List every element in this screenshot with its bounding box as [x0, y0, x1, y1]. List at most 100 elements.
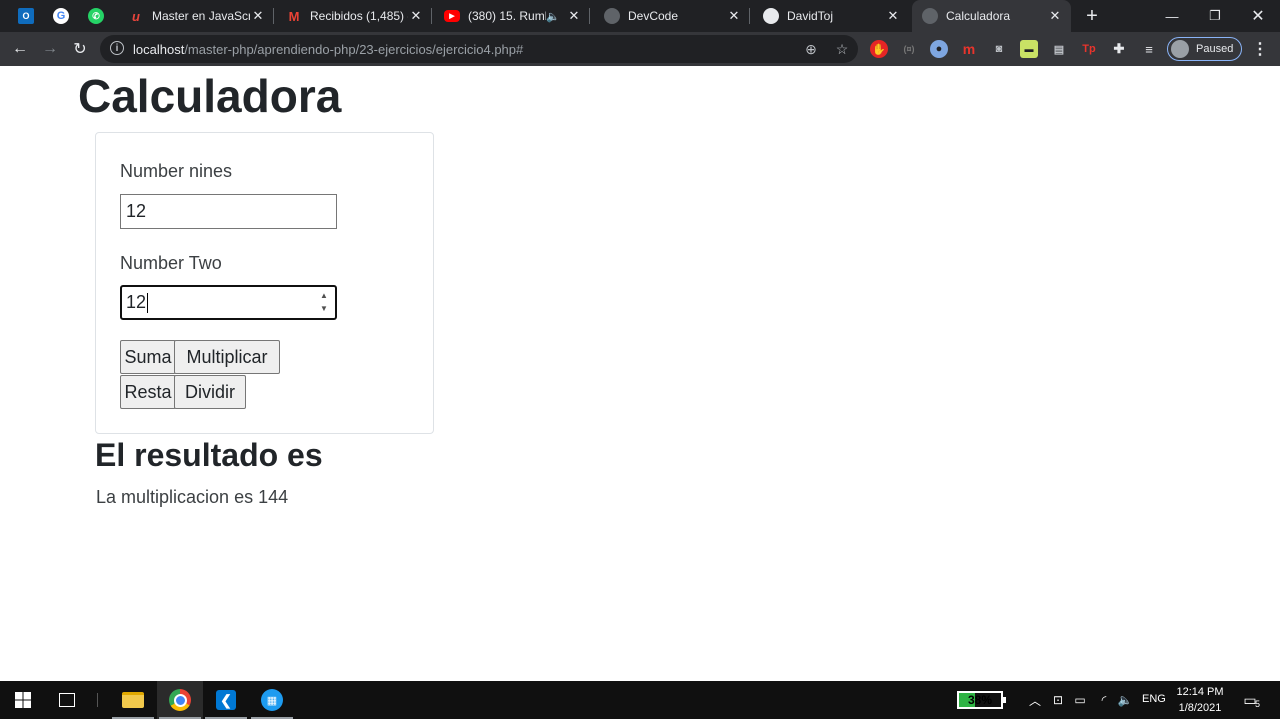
close-icon[interactable]: ✕: [885, 8, 901, 24]
tab-davidtoj[interactable]: DavidToj ✕: [753, 0, 909, 32]
youtube-icon: ▶: [444, 10, 460, 22]
globe-icon: [604, 8, 620, 24]
tab-youtube[interactable]: ▶ (380) 15. Rumb 🔈 ✕: [434, 0, 590, 32]
profile-button[interactable]: Paused: [1167, 37, 1242, 61]
camera-icon[interactable]: ◙: [990, 40, 1008, 58]
minimize-button[interactable]: —: [1150, 0, 1194, 32]
volume-icon[interactable]: 🔈: [1117, 691, 1133, 709]
battery-percent: 38%: [967, 693, 993, 707]
extension-circle-icon[interactable]: ●: [930, 40, 948, 58]
extension-placeholder-icon[interactable]: (¤): [900, 40, 918, 58]
restore-button[interactable]: ❐: [1193, 0, 1237, 32]
extension-m-icon[interactable]: m: [960, 40, 978, 58]
gmail-icon: M: [288, 8, 300, 24]
pinned-tab-outlook[interactable]: O: [8, 0, 44, 32]
tab-title: Calculadora: [946, 9, 1011, 23]
tab-calculadora[interactable]: Calculadora ✕: [912, 0, 1071, 32]
extensions-puzzle-icon[interactable]: ✚: [1110, 40, 1128, 58]
site-info-icon[interactable]: i: [110, 41, 124, 55]
tab-separator: [589, 8, 590, 24]
zoom-icon[interactable]: ⊕: [801, 39, 821, 59]
page-title: Calculadora: [78, 70, 342, 122]
taskbar-docker[interactable]: ▦: [249, 681, 295, 719]
number-spinner[interactable]: ▲ ▼: [319, 291, 329, 314]
pinned-tab-whatsapp[interactable]: ✆: [78, 0, 114, 32]
battery-nub: [1003, 697, 1006, 703]
close-icon[interactable]: ✕: [250, 8, 266, 24]
windows-taskbar: ❮ ▦ 38% ︿ ⊡ ▭ ◜ 🔈 ENG 12:14 PM 1/8/2021 …: [0, 681, 1280, 719]
audio-playing-icon[interactable]: 🔈: [546, 10, 560, 23]
media-control-icon[interactable]: ≡: [1140, 40, 1158, 58]
close-icon[interactable]: ✕: [566, 8, 582, 24]
number-one-label: Number nines: [120, 161, 233, 181]
tab-title: DevCode: [628, 9, 679, 23]
tab-devcode[interactable]: DevCode ✕: [594, 0, 750, 32]
meet-now-icon[interactable]: ⊡: [1050, 691, 1066, 709]
close-icon[interactable]: ✕: [408, 8, 424, 24]
battery-indicator[interactable]: 38%: [957, 691, 1006, 709]
url-text[interactable]: localhost/master-php/aprendiendo-php/23-…: [133, 42, 523, 57]
reload-button[interactable]: ↻: [68, 37, 92, 61]
taskbar-file-explorer[interactable]: [110, 681, 156, 719]
tab-master-javascript[interactable]: u Master en JavaScrip ✕: [118, 0, 274, 32]
tab-gmail[interactable]: M Recibidos (1,485) - d ✕: [276, 0, 432, 32]
globe-icon: [763, 8, 779, 24]
new-tab-button[interactable]: +: [1080, 4, 1104, 28]
extension-adblock-icon[interactable]: ✋: [870, 40, 888, 58]
chrome-icon: [169, 689, 191, 711]
number-one-input[interactable]: 12: [120, 194, 337, 229]
task-view-button[interactable]: [44, 681, 90, 719]
close-icon[interactable]: ✕: [726, 8, 742, 24]
window-close-button[interactable]: ✕: [1236, 0, 1280, 32]
taskbar-chrome[interactable]: [157, 681, 203, 719]
task-view-icon: [59, 693, 75, 707]
vscode-icon: ❮: [216, 690, 236, 710]
extension-note-icon[interactable]: ▬: [1020, 40, 1038, 58]
address-bar[interactable]: i localhost/master-php/aprendiendo-php/2…: [100, 35, 858, 63]
windows-logo-icon: [15, 692, 31, 708]
chevron-up-icon[interactable]: ︿: [1027, 691, 1043, 709]
tab-separator: [431, 8, 432, 24]
outlook-icon: O: [18, 8, 34, 24]
close-icon[interactable]: ✕: [1047, 8, 1063, 24]
taskbar-separator: [97, 693, 98, 707]
spin-down-icon[interactable]: ▼: [320, 304, 328, 314]
tab-separator: [749, 8, 750, 24]
wifi-icon[interactable]: ◜: [1096, 691, 1112, 709]
action-center-button[interactable]: ▭ 5: [1238, 689, 1262, 711]
number-one-value: 12: [126, 201, 147, 221]
dividir-button[interactable]: Dividir: [174, 375, 246, 409]
multiplicar-button[interactable]: Multiplicar: [174, 340, 280, 374]
tab-title: DavidToj: [787, 9, 834, 23]
extension-tp-icon[interactable]: Tp: [1080, 40, 1098, 58]
bookmark-star-icon[interactable]: ☆: [832, 39, 852, 59]
back-button[interactable]: ←: [8, 37, 32, 61]
notification-count: 5: [1254, 699, 1260, 709]
profile-status: Paused: [1196, 43, 1234, 55]
number-two-input[interactable]: 12 ▲ ▼: [120, 285, 337, 320]
google-icon: G: [53, 8, 69, 24]
taskbar-vscode[interactable]: ❮: [203, 681, 249, 719]
language-indicator[interactable]: ENG: [1142, 693, 1166, 705]
forward-button[interactable]: →: [38, 37, 62, 61]
battery-tray-icon[interactable]: ▭: [1072, 691, 1088, 709]
tab-title: Recibidos (1,485) - d: [310, 9, 408, 23]
number-two-label: Number Two: [120, 253, 222, 273]
tab-strip: O G ✆ u Master en JavaScrip ✕ M Recibido…: [0, 0, 1280, 32]
browser-toolbar: ← → ↻ i localhost/master-php/aprendiendo…: [0, 32, 1280, 66]
globe-icon: [922, 8, 938, 24]
printer-icon[interactable]: ▤: [1050, 40, 1068, 58]
page-content: Calculadora Number nines 12 Number Two 1…: [0, 66, 1280, 681]
avatar: [1171, 40, 1189, 58]
number-two-value: 12: [126, 292, 147, 312]
result-text: La multiplicacion es 144: [96, 487, 289, 507]
resta-button[interactable]: Resta: [120, 375, 176, 409]
whatsapp-icon: ✆: [88, 8, 104, 24]
pinned-tab-google[interactable]: G: [43, 0, 79, 32]
suma-button[interactable]: Suma: [120, 340, 176, 374]
spin-up-icon[interactable]: ▲: [320, 291, 328, 301]
system-clock[interactable]: 12:14 PM 1/8/2021: [1172, 684, 1228, 716]
start-button[interactable]: [0, 681, 46, 719]
url-path: /master-php/aprendiendo-php/23-ejercicio…: [184, 42, 524, 57]
browser-menu-icon[interactable]: ⋮: [1250, 37, 1270, 61]
